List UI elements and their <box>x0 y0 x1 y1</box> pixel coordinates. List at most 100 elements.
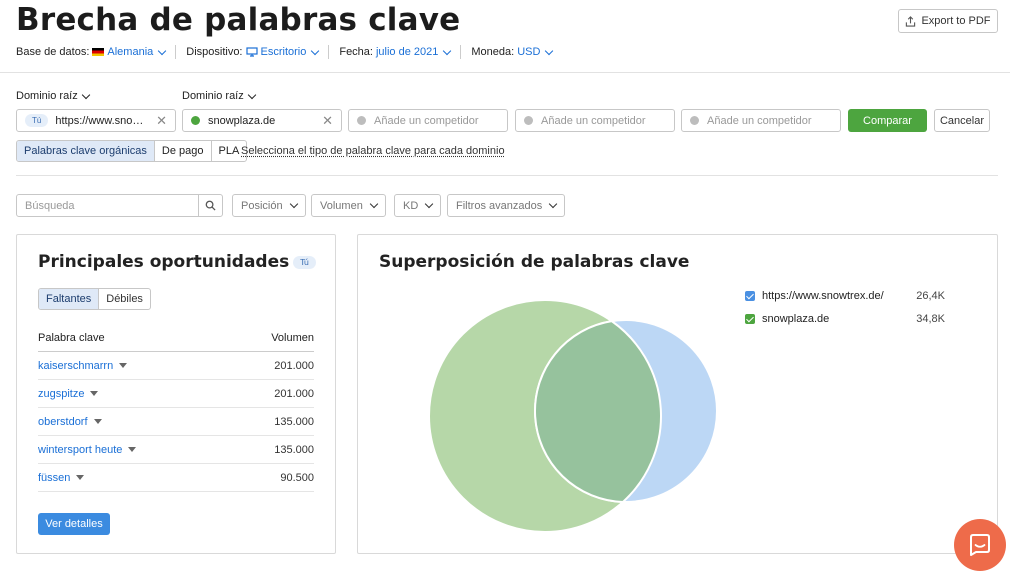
chevron-down-icon <box>81 90 90 99</box>
clear-icon[interactable]: ✕ <box>156 113 167 129</box>
keyword-link[interactable]: füssen <box>38 471 85 484</box>
checkbox-icon[interactable] <box>745 291 755 301</box>
chevron-down-icon <box>158 46 167 55</box>
root-domain-selector-2[interactable]: Dominio raíz <box>182 90 256 102</box>
chevron-down-icon <box>425 199 434 209</box>
legend-name: https://www.snowtrex.de/ <box>762 290 884 302</box>
legend-name: snowplaza.de <box>762 313 830 325</box>
clear-icon[interactable]: ✕ <box>322 113 333 129</box>
domain-input-2[interactable]: snowplaza.de ✕ <box>182 109 342 132</box>
chevron-down-icon <box>369 199 379 209</box>
currency-value: USD <box>517 46 541 58</box>
header-divider <box>0 72 1010 73</box>
search-icon <box>205 200 216 211</box>
tab-missing[interactable]: Faltantes <box>39 289 99 309</box>
competitor-placeholder: Añade un competidor <box>707 114 812 127</box>
caret-down-icon[interactable] <box>128 447 137 452</box>
date-selector[interactable]: julio de 2021 <box>375 46 452 58</box>
opportunities-title: Principales oportunidades Tú <box>38 252 316 272</box>
advanced-filters-label: Filtros avanzados <box>456 199 543 212</box>
caret-down-icon[interactable] <box>93 419 102 424</box>
export-pdf-button[interactable]: Export to PDF <box>898 9 998 33</box>
domain-1-value: https://www.sno… <box>55 114 144 127</box>
keyword-link[interactable]: wintersport heute <box>38 443 137 456</box>
keyword-link[interactable]: zugspitze <box>38 387 99 400</box>
competitor-color-dot <box>524 116 533 125</box>
volume-value: 90.500 <box>280 471 314 484</box>
desktop-icon <box>245 47 258 57</box>
opportunities-tabs: Faltantes Débiles <box>38 288 151 310</box>
search-button[interactable] <box>198 195 222 216</box>
position-filter[interactable]: Posición <box>232 194 306 217</box>
root-domain-label: Dominio raíz <box>182 90 244 102</box>
keyword-text: kaiserschmarrn <box>38 359 114 372</box>
database-value: Alemania <box>107 46 154 58</box>
section-divider <box>16 175 998 176</box>
caret-down-icon[interactable] <box>76 475 85 480</box>
device-selector[interactable]: Escritorio <box>245 46 320 58</box>
table-row: oberstdorf 135.000 <box>38 408 314 436</box>
chevron-down-icon <box>548 199 558 209</box>
export-label: Export to PDF <box>921 15 991 27</box>
domain-2-value: snowplaza.de <box>208 114 276 127</box>
table-row: wintersport heute 135.000 <box>38 436 314 464</box>
legend-item-snowplaza[interactable]: snowplaza.de 34,8K <box>745 313 945 325</box>
root-domain-selector-1[interactable]: Dominio raíz <box>16 90 90 102</box>
tab-organic-keywords[interactable]: Palabras clave orgánicas <box>17 141 154 161</box>
keyword-text: zugspitze <box>38 387 85 400</box>
overlap-title: Superposición de palabras clave <box>379 252 690 272</box>
keyword-text: oberstdorf <box>38 415 88 428</box>
root-domain-label: Dominio raíz <box>16 90 78 102</box>
table-row: füssen 90.500 <box>38 464 314 492</box>
kd-filter[interactable]: KD <box>394 194 442 217</box>
chat-button[interactable] <box>954 519 1006 571</box>
keyword-text: füssen <box>38 471 71 484</box>
col-volume: Volumen <box>271 331 314 344</box>
date-value: julio de 2021 <box>375 46 439 58</box>
keyword-text: wintersport heute <box>38 443 123 456</box>
competitor-input-1[interactable]: Añade un competidor <box>348 109 508 132</box>
currency-selector[interactable]: USD <box>517 46 554 58</box>
legend-item-snowtrex[interactable]: https://www.snowtrex.de/ 26,4K <box>745 290 945 302</box>
tab-weak[interactable]: Débiles <box>98 289 150 309</box>
competitor-placeholder: Añade un competidor <box>374 114 479 127</box>
germany-flag-icon <box>92 48 105 56</box>
opportunities-table: Palabra clave Volumen kaiserschmarrn 201… <box>38 324 314 492</box>
you-badge: Tú <box>293 255 316 269</box>
legend-value: 26,4K <box>916 290 945 302</box>
competitor-color-dot <box>690 116 699 125</box>
volume-value: 135.000 <box>274 443 314 456</box>
competitor-placeholder: Añade un competidor <box>541 114 646 127</box>
tab-paid[interactable]: De pago <box>153 141 211 161</box>
view-details-button[interactable]: Ver detalles <box>38 513 110 535</box>
page-title: Brecha de palabras clave <box>16 2 461 38</box>
caret-down-icon[interactable] <box>119 363 128 368</box>
chevron-down-icon <box>247 90 256 99</box>
caret-down-icon[interactable] <box>90 391 99 396</box>
keyword-type-hint-link[interactable]: Selecciona el tipo de palabra clave para… <box>241 145 505 157</box>
compare-button[interactable]: Comparar <box>848 109 927 132</box>
competitor-input-3[interactable]: Añade un competidor <box>681 109 841 132</box>
kd-filter-label: KD <box>403 199 419 212</box>
venn-diagram <box>428 300 718 533</box>
domain-input-1[interactable]: Tú https://www.sno… ✕ <box>16 109 176 132</box>
database-label: Base de datos: <box>16 46 90 58</box>
date-label: Fecha: <box>339 46 373 58</box>
device-label: Dispositivo: <box>186 46 243 58</box>
legend-value: 34,8K <box>916 313 945 325</box>
table-row: zugspitze 201.000 <box>38 380 314 408</box>
volume-filter[interactable]: Volumen <box>311 194 386 217</box>
cancel-button[interactable]: Cancelar <box>934 109 990 132</box>
opportunities-title-text: Principales oportunidades <box>38 252 290 272</box>
advanced-filters[interactable]: Filtros avanzados <box>447 194 566 217</box>
chevron-down-icon <box>311 46 320 55</box>
report-meta: Base de datos: Alemania Dispositivo: Esc… <box>16 45 554 59</box>
device-value: Escritorio <box>260 46 307 58</box>
search-input[interactable]: Búsqueda <box>16 194 223 217</box>
database-selector[interactable]: Alemania <box>107 46 167 58</box>
competitor-input-2[interactable]: Añade un competidor <box>515 109 675 132</box>
keyword-link[interactable]: kaiserschmarrn <box>38 359 128 372</box>
keyword-link[interactable]: oberstdorf <box>38 416 102 428</box>
checkbox-icon[interactable] <box>745 314 755 324</box>
export-icon <box>906 15 916 27</box>
